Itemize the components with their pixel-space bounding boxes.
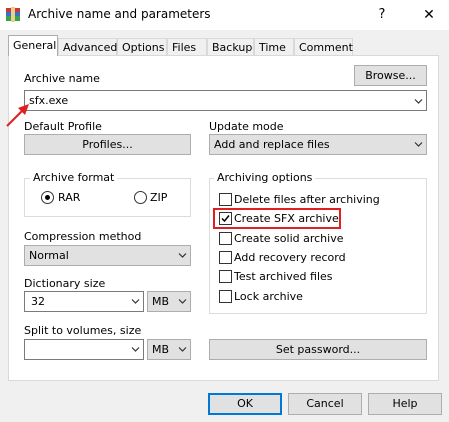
archive-name-label: Archive name: [24, 72, 100, 85]
rar-label: RAR: [58, 191, 81, 204]
split-unit-select[interactable]: MB: [147, 339, 191, 360]
dictionary-size-label: Dictionary size: [24, 277, 106, 290]
dictionary-size-select[interactable]: 32: [24, 291, 144, 312]
archive-name-input[interactable]: sfx.exe: [24, 90, 427, 111]
lock-archive-checkbox[interactable]: [219, 290, 232, 303]
chevron-down-icon: [178, 253, 187, 258]
help-button[interactable]: Help: [368, 393, 442, 415]
create-solid-checkbox[interactable]: [219, 232, 232, 245]
split-volumes-input[interactable]: [24, 339, 144, 360]
chevron-down-icon: [414, 142, 423, 147]
lock-archive-label: Lock archive: [234, 290, 303, 303]
tab-options[interactable]: Options: [117, 38, 167, 55]
create-solid-label: Create solid archive: [234, 232, 344, 245]
zip-label: ZIP: [150, 191, 168, 204]
chevron-down-icon: [178, 347, 187, 352]
tab-comment[interactable]: Comment: [294, 38, 353, 55]
ok-button[interactable]: OK: [208, 393, 282, 415]
recovery-record-checkbox[interactable]: [219, 251, 232, 264]
split-volumes-label: Split to volumes, size: [24, 324, 142, 337]
help-title-button[interactable]: ?: [370, 4, 394, 26]
set-password-button[interactable]: Set password...: [209, 339, 427, 360]
title-bar: Archive name and parameters ? ✕: [0, 0, 449, 30]
split-unit-value: MB: [152, 343, 170, 356]
recovery-record-label: Add recovery record: [234, 251, 346, 264]
chevron-down-icon: [178, 299, 187, 304]
tab-backup[interactable]: Backup: [207, 38, 254, 55]
compression-method-label: Compression method: [24, 230, 142, 243]
dictionary-unit-value: MB: [152, 295, 170, 308]
update-mode-label: Update mode: [209, 120, 284, 133]
dictionary-unit-select[interactable]: MB: [147, 291, 191, 312]
chevron-down-icon[interactable]: [414, 97, 423, 106]
chevron-down-icon: [131, 299, 140, 304]
default-profile-label: Default Profile: [24, 120, 102, 133]
cancel-button[interactable]: Cancel: [288, 393, 362, 415]
tab-general[interactable]: General: [8, 35, 58, 56]
test-files-label: Test archived files: [234, 270, 333, 283]
archive-name-value: sfx.exe: [29, 94, 69, 107]
delete-files-label: Delete files after archiving: [234, 193, 380, 206]
close-button[interactable]: ✕: [416, 4, 442, 26]
update-mode-value: Add and replace files: [214, 138, 330, 151]
chevron-down-icon: [131, 347, 140, 352]
dictionary-size-value: 32: [31, 295, 45, 308]
rar-radio[interactable]: [41, 191, 54, 204]
profiles-button[interactable]: Profiles...: [24, 134, 191, 155]
archiving-options-label: Archiving options: [214, 171, 316, 184]
sfx-annotation-box: [213, 208, 341, 229]
delete-files-checkbox[interactable]: [219, 193, 232, 206]
update-mode-select[interactable]: Add and replace files: [209, 134, 427, 155]
browse-button[interactable]: Browse...: [354, 65, 427, 86]
archive-format-label: Archive format: [30, 171, 118, 184]
test-files-checkbox[interactable]: [219, 270, 232, 283]
winrar-icon: [6, 7, 20, 22]
zip-radio[interactable]: [134, 191, 147, 204]
tab-time[interactable]: Time: [254, 38, 294, 55]
window-title: Archive name and parameters: [28, 7, 211, 21]
tab-files[interactable]: Files: [167, 38, 207, 55]
compression-method-value: Normal: [29, 249, 69, 262]
tab-advanced[interactable]: Advanced: [58, 38, 117, 55]
compression-method-select[interactable]: Normal: [24, 245, 191, 266]
